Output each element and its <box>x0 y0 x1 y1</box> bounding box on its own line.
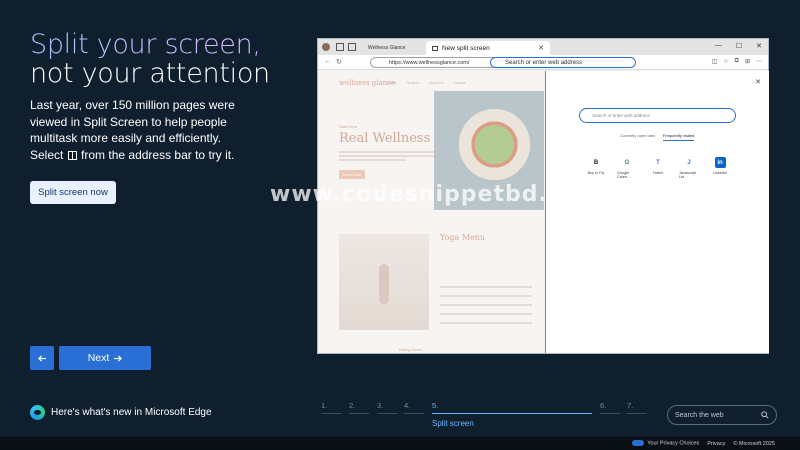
next-button[interactable]: Next <box>59 346 151 370</box>
step-6[interactable]: 6. <box>600 401 620 414</box>
step-1[interactable]: 1. <box>321 401 341 414</box>
step-7[interactable]: 7. <box>627 401 647 414</box>
search-input[interactable]: Search the web <box>667 405 777 425</box>
arrow-right-icon <box>114 354 123 362</box>
site-favicon-icon: B <box>593 159 599 166</box>
right-address-field: Search or enter web address <box>490 57 636 68</box>
site-headline: Real Wellness <box>339 131 431 146</box>
watermark: www.codesnippetbd.com <box>270 182 602 207</box>
close-pane-icon: ✕ <box>755 79 761 86</box>
site-footer-text: Eating Clean <box>399 347 422 352</box>
collections-icon: ⧉ <box>734 58 739 64</box>
site-nav: Home Recipes About Us Contact <box>387 81 466 85</box>
title-line1: Split your screen, <box>30 29 261 60</box>
more-icon: ⋯ <box>756 59 762 65</box>
quick-link-tile: in LinkedIn <box>710 157 730 179</box>
search-icon <box>761 411 769 419</box>
maximize-icon: ☐ <box>735 43 742 50</box>
step-5[interactable]: 5. <box>432 401 592 414</box>
site-favicon-icon: T <box>656 159 660 166</box>
quick-link-tile: G Google Calen... <box>617 157 637 180</box>
workspaces-icon <box>336 43 344 51</box>
copyright: © Microsoft 2025 <box>733 440 775 447</box>
description: Last year, over 150 million pages were v… <box>30 97 245 163</box>
yoga-section-title: Yoga Menu <box>440 233 486 242</box>
minimize-icon: — <box>715 42 722 49</box>
step-4[interactable]: 4. <box>404 401 424 414</box>
step-2[interactable]: 2. <box>349 401 369 414</box>
close-window-icon: ✕ <box>756 43 762 50</box>
split-tab-icon <box>432 45 438 51</box>
title-line2: not your attention <box>30 58 270 89</box>
back-icon: ← <box>324 58 331 65</box>
quick-link-tile: J Javascript Ltd <box>679 157 699 180</box>
site-body-text <box>339 151 434 163</box>
tab-actions-icon <box>348 43 356 51</box>
left-pane: wellness glance Home Recipes About Us Co… <box>319 71 544 353</box>
yoga-image <box>339 234 429 330</box>
tab-wellness-glance: Wellness Glance <box>368 45 406 51</box>
close-tab-icon: ✕ <box>538 45 544 52</box>
quick-link-tile: T Twitch <box>648 157 668 179</box>
split-screen-now-button[interactable]: Split screen now <box>30 181 116 204</box>
split-screen-icon <box>67 150 77 160</box>
footer: Your Privacy Choices Privacy © Microsoft… <box>0 437 800 450</box>
site-favicon-icon: G <box>624 159 630 166</box>
new-page-tabs: Currently open tabs Frequently visited <box>620 133 695 141</box>
active-step-caption: Split screen <box>432 419 474 428</box>
privacy-choices-link[interactable]: Your Privacy Choices <box>632 440 699 447</box>
toolbar-icons: ◫ ☆ ⧉ ⊞ ⋯ <box>712 58 762 65</box>
tab-frequently-visited: Frequently visited <box>662 133 695 141</box>
search-placeholder: Search the web <box>675 411 724 419</box>
right-pane: ✕ Search or enter web address Currently … <box>545 71 769 353</box>
split-screen-toolbar-icon: ◫ <box>711 59 718 65</box>
privacy-toggle-icon <box>632 440 645 447</box>
brand: Here's what's new in Microsoft Edge <box>30 405 212 420</box>
arrow-left-icon <box>37 354 46 362</box>
new-page-search: Search or enter web address <box>579 108 736 123</box>
tab-new-split-screen: New split screen ✕ <box>426 41 550 55</box>
tab-currently-open: Currently open tabs <box>620 133 655 138</box>
privacy-link[interactable]: Privacy <box>707 441 725 447</box>
quick-link-tile: B Buy in Fly <box>586 157 606 179</box>
address-bar-row: ← ↻ https://www.wellnessglance.com/ Sear… <box>318 55 768 70</box>
quick-links: B Buy in Fly G Google Calen... T Twitch … <box>586 157 730 179</box>
page-title: Split your screen, not your attention <box>30 30 270 88</box>
favorites-icon: ☆ <box>723 59 729 65</box>
yoga-table <box>440 286 532 331</box>
site-button: Learn More <box>339 170 365 179</box>
edge-logo-icon <box>30 405 45 420</box>
site-favicon-icon: J <box>687 159 691 166</box>
next-label: Next <box>87 352 110 364</box>
site-kicker: Start Here <box>339 124 358 129</box>
previous-button[interactable] <box>30 346 54 370</box>
description-text-end: from the address bar to try it. <box>81 147 235 162</box>
site-favicon-icon: in <box>714 157 726 168</box>
tab-bar: Wellness Glance New split screen ✕ — ☐ ✕ <box>318 39 768 55</box>
profile-avatar <box>322 43 330 51</box>
brand-label: Here's what's new in Microsoft Edge <box>51 407 212 418</box>
step-3[interactable]: 3. <box>377 401 397 414</box>
refresh-icon: ↻ <box>336 59 342 66</box>
step-progress: 1. 2. 3. 4. 5. 6. 7. Split screen <box>321 401 651 431</box>
extensions-icon: ⊞ <box>744 59 750 65</box>
